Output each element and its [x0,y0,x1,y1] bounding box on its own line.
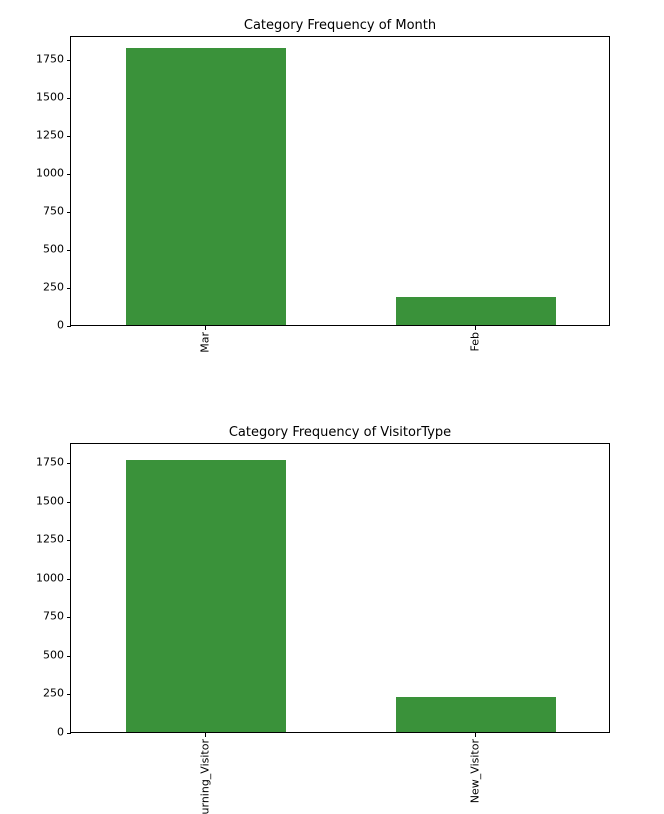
ytick-label: 1250 [4,533,64,546]
ytick-label: 1750 [4,53,64,66]
xtick-label: New_Visitor [469,739,482,803]
ytick-label: 1750 [4,456,64,469]
ytick-label: 750 [4,205,64,218]
bar-feb [396,297,556,325]
subplot-visitortype: Category Frequency of VisitorType 0 250 … [70,425,610,775]
ytick-label: 1500 [4,91,64,104]
ytick-label: 1500 [4,495,64,508]
ytick-label: 250 [4,281,64,294]
bar-returning-visitor [126,460,286,732]
bar-new-visitor [396,697,556,732]
ytick-label: 500 [4,243,64,256]
figure: Category Frequency of Month 0 250 500 75… [0,0,664,813]
bar-mar [126,48,286,325]
subplot-month: Category Frequency of Month 0 250 500 75… [70,18,610,368]
chart-title: Category Frequency of VisitorType [70,425,610,440]
xtick-label: Mar [199,332,212,353]
plot-area [70,36,610,326]
ytick-label: 750 [4,610,64,623]
xtick-label: urning_Visitor [199,739,212,814]
ytick-label: 250 [4,687,64,700]
ytick-label: 500 [4,649,64,662]
xtick-label: Feb [469,332,482,351]
plot-area [70,443,610,733]
chart-title: Category Frequency of Month [70,18,610,33]
ytick-label: 0 [4,726,64,739]
ytick-label: 1000 [4,167,64,180]
ytick-label: 0 [4,319,64,332]
ytick-label: 1250 [4,129,64,142]
ytick-label: 1000 [4,572,64,585]
